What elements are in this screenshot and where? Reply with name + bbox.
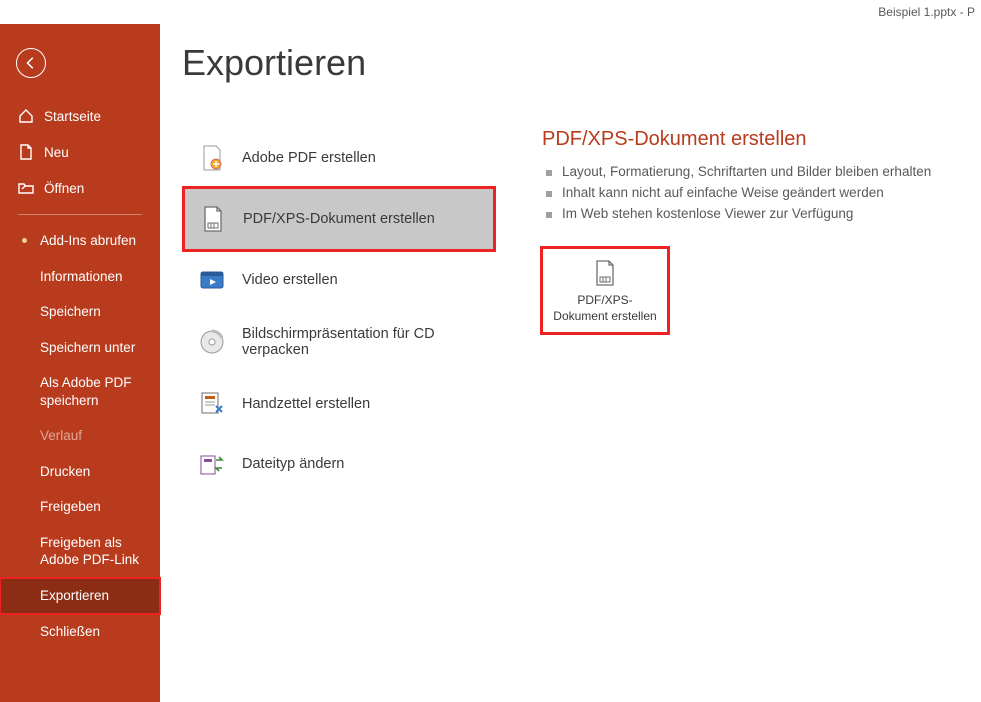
create-pdfxps-button[interactable]: PDF/XPS- Dokument erstellen [542, 248, 668, 333]
export-option[interactable]: Adobe PDF erstellen [184, 128, 494, 188]
export-option-label: Dateityp ändern [242, 456, 344, 472]
export-option-label: Handzettel erstellen [242, 396, 370, 412]
sidebar-item[interactable]: Freigeben als Adobe PDF-Link [0, 525, 160, 578]
export-option[interactable]: PDF/XPS-Dokument erstellen [184, 188, 494, 250]
export-option-label: Video erstellen [242, 272, 338, 288]
content-area: Exportieren Adobe PDF erstellen PDF/XPS-D… [160, 24, 981, 702]
page-title: Exportieren [182, 42, 366, 84]
pdfxps-icon [199, 205, 227, 233]
sidebar-item-new-file[interactable]: Neu [0, 134, 160, 170]
export-detail-panel: PDF/XPS-Dokument erstellen Layout, Forma… [542, 128, 961, 682]
back-button[interactable] [16, 48, 46, 78]
detail-bullet: Im Web stehen kostenlose Viewer zur Verf… [542, 203, 961, 224]
backstage-sidebar: Startseite Neu Öffnen Add-Ins abrufenInfor… [0, 24, 160, 702]
sidebar-item-home[interactable]: Startseite [0, 98, 160, 134]
adobe-pdf-icon [198, 144, 226, 172]
sidebar-item[interactable]: Speichern [0, 294, 160, 330]
action-button-label: PDF/XPS- Dokument erstellen [549, 293, 661, 324]
sidebar-item-label: Neu [44, 145, 69, 160]
cd-icon [198, 328, 226, 356]
titlebar: Beispiel 1.pptx - P [0, 0, 981, 24]
sidebar-item[interactable]: Add-Ins abrufen [0, 223, 160, 259]
sidebar-item[interactable]: Exportieren [0, 578, 160, 614]
sidebar-item[interactable]: Drucken [0, 454, 160, 490]
pdfxps-doc-icon [549, 259, 661, 287]
export-option-label: Adobe PDF erstellen [242, 150, 376, 166]
sidebar-item[interactable]: Speichern unter [0, 330, 160, 366]
nav-divider [18, 214, 142, 215]
export-option[interactable]: Dateityp ändern [184, 434, 494, 494]
window-title: Beispiel 1.pptx - P [878, 0, 981, 24]
export-option[interactable]: Handzettel erstellen [184, 374, 494, 434]
sidebar-item[interactable]: Informationen [0, 259, 160, 295]
sidebar-item: Verlauf [0, 418, 160, 454]
sidebar-item[interactable]: Als Adobe PDF speichern [0, 365, 160, 418]
sidebar-item-label: Startseite [44, 109, 101, 124]
detail-bullets: Layout, Formatierung, Schriftarten und B… [542, 161, 961, 224]
export-option[interactable]: Video erstellen [184, 250, 494, 310]
detail-bullet: Layout, Formatierung, Schriftarten und B… [542, 161, 961, 182]
change-type-icon [198, 450, 226, 478]
export-option[interactable]: Bildschirmpräsentation für CD verpacken [184, 310, 494, 374]
arrow-left-icon [24, 56, 38, 70]
detail-bullet: Inhalt kann nicht auf einfache Weise geä… [542, 182, 961, 203]
export-option-label: PDF/XPS-Dokument erstellen [243, 211, 435, 227]
sidebar-item[interactable]: Freigeben [0, 489, 160, 525]
detail-heading: PDF/XPS-Dokument erstellen [542, 128, 961, 151]
video-icon [198, 266, 226, 294]
sidebar-item[interactable]: Schließen [0, 614, 160, 650]
export-options-list: Adobe PDF erstellen PDF/XPS-Dokument erst… [184, 128, 494, 682]
sidebar-item-open-folder[interactable]: Öffnen [0, 170, 160, 206]
sidebar-item-label: Öffnen [44, 181, 84, 196]
handout-icon [198, 390, 226, 418]
export-option-label: Bildschirmpräsentation für CD verpacken [242, 326, 480, 358]
